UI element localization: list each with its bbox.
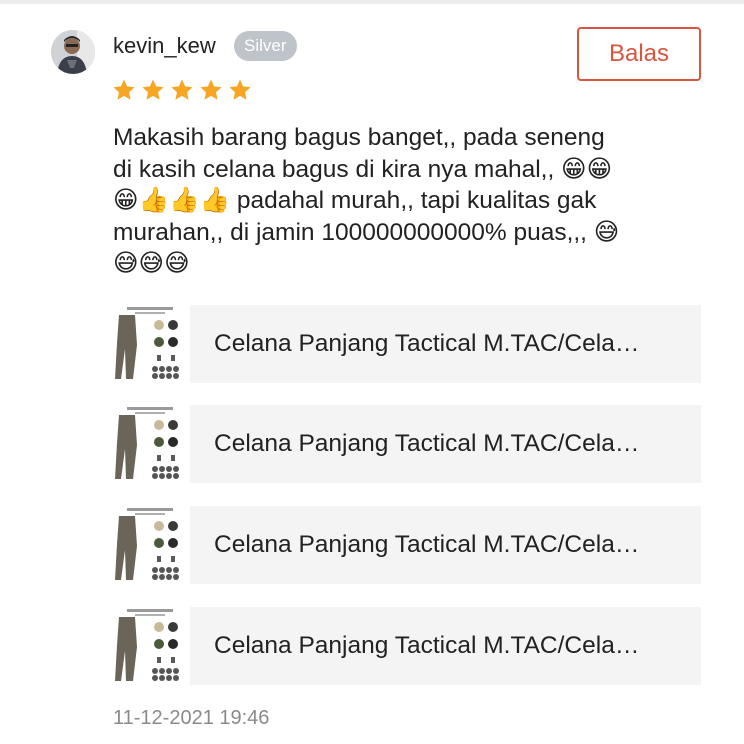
reply-button[interactable]: Balas — [577, 27, 701, 81]
product-name[interactable]: Celana Panjang Tactical M.TAC/Cela… — [190, 607, 701, 685]
product-thumbnail — [113, 506, 185, 584]
star-icon — [171, 79, 193, 100]
product-image — [115, 407, 179, 479]
product-thumbnail — [113, 305, 185, 383]
review-timestamp: 11-12-2021 19:46 — [113, 707, 270, 729]
product-name[interactable]: Celana Panjang Tactical M.TAC/Cela… — [190, 305, 701, 383]
product-thumbnail — [113, 405, 185, 483]
review-card: kevin_kew Silver Balas Makasih barang ba… — [0, 0, 744, 744]
product-image — [115, 307, 179, 379]
product-thumbnail — [113, 607, 185, 685]
star-icon — [200, 79, 222, 100]
product-image — [115, 508, 179, 580]
product-item[interactable]: Celana Panjang Tactical M.TAC/Cela… — [113, 405, 703, 483]
username[interactable]: kevin_kew — [113, 30, 216, 62]
star-icon — [142, 79, 164, 100]
avatar[interactable] — [51, 30, 95, 74]
star-icon — [113, 79, 135, 100]
product-item[interactable]: Celana Panjang Tactical M.TAC/Cela… — [113, 305, 703, 383]
review-text: Makasih barang bagus banget,, pada senen… — [113, 124, 620, 277]
star-icon — [229, 79, 251, 100]
divider — [0, 0, 744, 4]
avatar-image — [51, 30, 95, 74]
product-name[interactable]: Celana Panjang Tactical M.TAC/Cela… — [190, 405, 701, 483]
product-name[interactable]: Celana Panjang Tactical M.TAC/Cela… — [190, 506, 701, 584]
product-item[interactable]: Celana Panjang Tactical M.TAC/Cela… — [113, 607, 703, 685]
product-item[interactable]: Celana Panjang Tactical M.TAC/Cela… — [113, 506, 703, 584]
rating-stars — [112, 78, 257, 102]
member-badge: Silver — [234, 31, 297, 61]
product-image — [115, 609, 179, 681]
